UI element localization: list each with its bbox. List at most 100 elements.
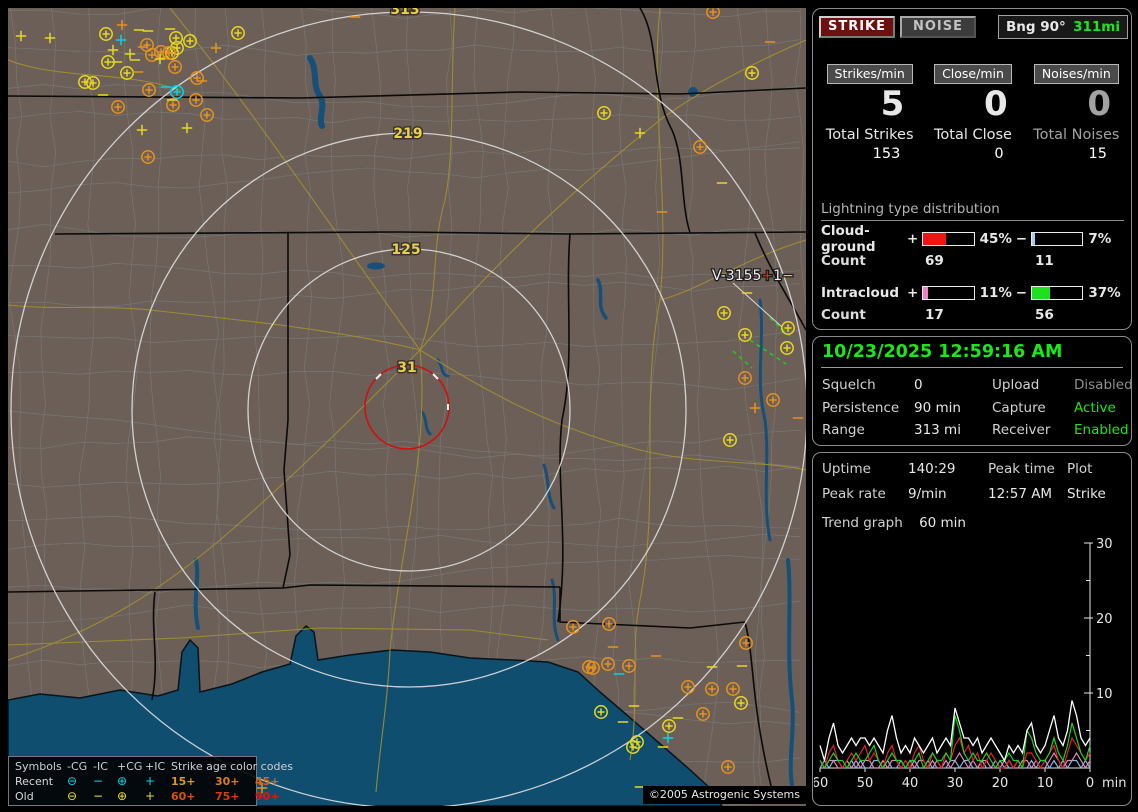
intracloud-row: Intracloud + 11% − 37% <box>821 283 1124 303</box>
close-column: Close/min 0 Total Close 0 <box>922 64 1023 162</box>
minus-icon: − <box>93 774 104 788</box>
noises-column: Noises/min 0 Total Noises 15 <box>1026 64 1127 162</box>
strike-button[interactable]: STRIKE <box>819 16 895 38</box>
storm-cell-label: V-3155+1− <box>712 268 794 284</box>
circled-minus-icon: ⊖ <box>67 774 78 788</box>
age-code: 45+ <box>255 775 280 788</box>
uptime-value: 140:29 <box>908 461 956 477</box>
ic-positive-bar <box>921 286 975 300</box>
bearing-label: Bng 90° <box>1006 19 1066 35</box>
total-strikes-label: Total Strikes <box>825 127 914 143</box>
minus-icon: − <box>93 789 104 803</box>
ring-label: 31 <box>397 360 416 376</box>
upload-value: Disabled <box>1074 377 1133 393</box>
peak-rate-label: Peak rate <box>822 486 886 502</box>
capture-label: Capture <box>992 399 1046 416</box>
close-per-min-value: 0 <box>983 84 1008 124</box>
trend-graph-window: 60 min <box>919 515 966 531</box>
ic-negative-count: 56 <box>1035 307 1054 323</box>
age-code: 15+ <box>171 775 196 788</box>
strikes-column: Strikes/min 5 Total Strikes 153 <box>819 64 920 162</box>
legend-col-ncg: -CG <box>67 760 88 773</box>
persistence-label: Persistence <box>822 399 900 416</box>
ring-label: 219 <box>393 126 422 142</box>
circled-plus-icon: ⊕ <box>117 789 128 803</box>
intracloud-counts: Count 17 56 <box>821 307 1124 325</box>
strikes-per-min-chip: Strikes/min <box>826 64 913 84</box>
count-label: Count <box>821 253 866 269</box>
plot-label: Plot <box>1067 461 1093 477</box>
cg-negative-count: 11 <box>1035 253 1054 269</box>
legend-header: Symbols -CG -IC +CG +IC Strike age color… <box>15 759 293 774</box>
plus-icon: + <box>145 789 156 803</box>
lightning-distribution: Lightning type distribution Cloud-ground… <box>821 201 1124 337</box>
x-tick-label: 40 <box>902 776 919 791</box>
ic-positive-pct: 11% <box>979 285 1012 301</box>
map-canvas[interactable]: 313 219 125 31 V-3155+1− <box>8 8 806 806</box>
legend-row-label: Old <box>15 790 34 803</box>
noises-per-min-value: 0 <box>1087 84 1111 124</box>
app-window: 313 219 125 31 V-3155+1− Symbols -CG -IC +CG… <box>0 0 1138 812</box>
y-tick-label: 30 <box>1096 537 1113 552</box>
cloud-ground-row: Cloud-ground + 45% − 7% <box>821 223 1124 255</box>
x-tick-label: 50 <box>857 776 874 791</box>
receiver-value: Enabled <box>1074 422 1129 438</box>
x-tick-label: 30 <box>947 776 964 791</box>
divider <box>821 367 1123 368</box>
ring-label: 313 <box>390 8 419 18</box>
range-label: Range <box>822 422 865 438</box>
circled-plus-icon: ⊕ <box>117 774 128 788</box>
distribution-title: Lightning type distribution <box>821 201 1124 221</box>
circled-minus-icon: ⊖ <box>67 789 78 803</box>
x-tick-label: 60 <box>814 776 828 791</box>
cloud-ground-label: Cloud-ground <box>821 223 876 255</box>
peak-time-value: 12:57 AM <box>988 486 1053 502</box>
status-grid: Squelch 0 Upload Disabled Persistence 90… <box>822 377 1133 438</box>
count-label: Count <box>821 307 866 323</box>
cg-positive-count: 69 <box>925 253 944 269</box>
ic-negative-bar <box>1030 286 1084 300</box>
cg-negative-pct: 7% <box>1088 231 1112 247</box>
datetime-display: 10/23/2025 12:59:16 AM <box>822 342 1063 362</box>
x-tick-label: 10 <box>1037 776 1054 791</box>
capture-value: Active <box>1074 399 1116 416</box>
minus-sign: − <box>1015 231 1028 247</box>
noises-per-min-chip: Noises/min <box>1033 64 1119 84</box>
peak-rate-value: 9/min <box>908 486 947 502</box>
trend-panel: Uptime 140:29 Peak time Plot Peak rate 9… <box>812 452 1132 806</box>
ring-label: 125 <box>391 242 420 258</box>
persistence-value: 90 min <box>914 399 961 416</box>
age-code: 75+ <box>215 790 240 803</box>
squelch-label: Squelch <box>822 377 876 393</box>
noise-button[interactable]: NOISE <box>900 16 976 38</box>
uptime-label: Uptime <box>822 461 871 477</box>
cg-negative-bar <box>1030 232 1084 246</box>
plus-sign: + <box>907 285 919 301</box>
y-tick-label: 10 <box>1096 687 1113 702</box>
cg-positive-bar <box>921 232 975 246</box>
strikes-per-min-value: 5 <box>880 84 905 124</box>
uptime-grid: Uptime 140:29 Peak time Plot Peak rate 9… <box>822 461 1126 502</box>
plus-sign: + <box>907 231 919 247</box>
age-code: 60+ <box>171 790 196 803</box>
cloud-ground-counts: Count 69 11 <box>821 253 1124 271</box>
upload-label: Upload <box>992 377 1040 393</box>
trend-chart: 10 20 30 60 50 40 30 20 10 0 min <box>814 537 1127 791</box>
trend-graph-row: Trend graph 60 min <box>822 515 966 531</box>
x-tick-label: 20 <box>992 776 1009 791</box>
legend-row-label: Recent <box>15 775 54 788</box>
status-panel: 10/23/2025 12:59:16 AM Squelch 0 Upload … <box>812 336 1133 446</box>
ic-positive-count: 17 <box>925 307 944 323</box>
legend-col-pic: +IC <box>145 760 166 773</box>
total-close-value: 0 <box>994 146 1004 162</box>
rate-columns: Strikes/min 5 Total Strikes 153 Close/mi… <box>819 64 1127 162</box>
bearing-readout: Bng 90° 311mi <box>998 15 1128 39</box>
lightning-map[interactable]: 313 219 125 31 V-3155+1− Symbols -CG -IC +CG… <box>8 8 806 806</box>
trend-graph-label: Trend graph <box>822 515 903 531</box>
bearing-range-value: 311mi <box>1073 19 1120 35</box>
plus-icon: + <box>145 774 156 788</box>
legend-row: Recent ⊖ − ⊕ +15+ 30+ 45+ <box>15 774 280 789</box>
range-value: 313 mi <box>914 422 961 438</box>
minus-sign: − <box>1015 285 1028 301</box>
intracloud-label: Intracloud <box>821 285 900 301</box>
